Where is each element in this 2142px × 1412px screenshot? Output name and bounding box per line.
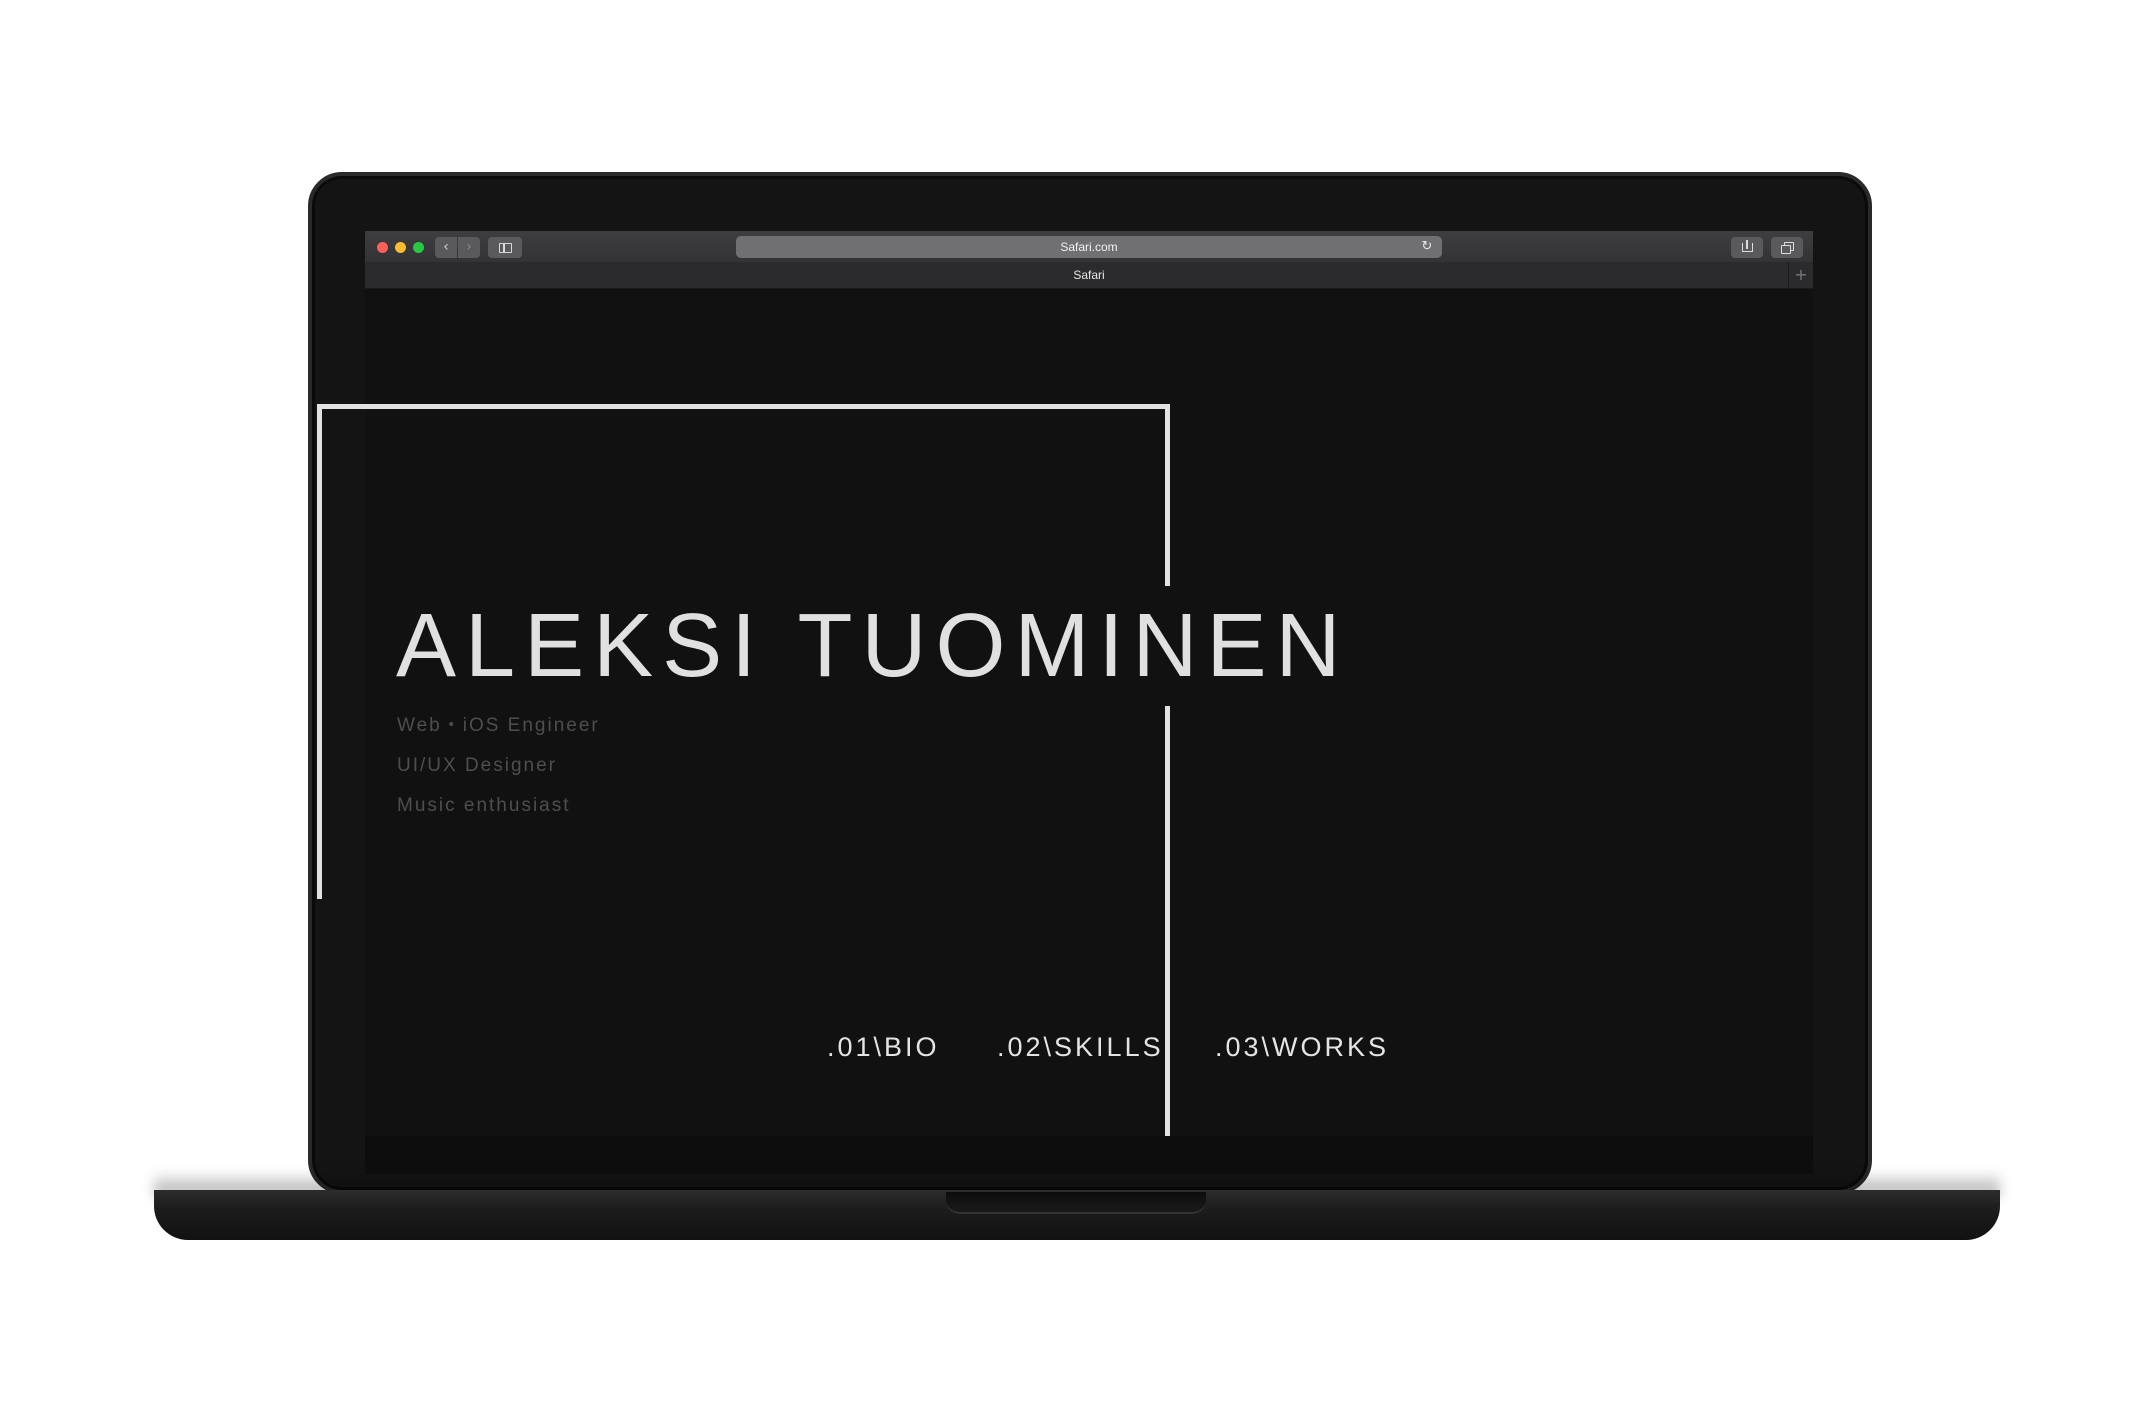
close-window-button[interactable] — [377, 242, 388, 253]
address-bar-url: Safari.com — [1060, 240, 1118, 254]
laptop-hinge-notch — [946, 1192, 1206, 1214]
sidebar-icon — [499, 243, 512, 253]
mockup-stage: ‹ › Safari.com ↻ Safari + ALEKSI TUOMINE… — [0, 0, 2142, 1412]
share-button[interactable] — [1731, 237, 1763, 258]
sidebar-toggle-button[interactable] — [488, 237, 522, 258]
nav-link-skills[interactable]: .02\SKILLS — [997, 1030, 1164, 1064]
tagline-designer: UI/UX Designer — [397, 755, 557, 776]
tab-bar: Safari + — [365, 262, 1813, 289]
frame-line-left — [317, 404, 322, 899]
frame-line-right-lower — [1165, 706, 1170, 1136]
web-page — [365, 289, 1813, 1136]
frame-line-top — [317, 404, 1170, 409]
maximize-window-button[interactable] — [413, 242, 424, 253]
show-tabs-button[interactable] — [1771, 237, 1803, 258]
address-bar[interactable]: Safari.com ↻ — [736, 236, 1442, 258]
new-tab-button[interactable]: + — [1788, 262, 1813, 288]
chevron-right-icon: › — [466, 239, 472, 255]
tagline-engineer: Web・iOS Engineer — [397, 715, 600, 736]
minimize-window-button[interactable] — [395, 242, 406, 253]
share-icon — [1742, 243, 1753, 252]
frame-line-right-upper — [1165, 404, 1170, 586]
tabs-icon-front — [1781, 245, 1791, 254]
tagline-music: Music enthusiast — [397, 795, 571, 816]
reload-icon[interactable]: ↻ — [1420, 240, 1434, 254]
nav-link-bio[interactable]: .01\BIO — [827, 1030, 940, 1064]
chevron-left-icon: ‹ — [443, 239, 449, 255]
share-arrow-icon — [1746, 240, 1748, 249]
tab-safari[interactable]: Safari — [365, 262, 1813, 288]
nav-link-works[interactable]: .03\WORKS — [1215, 1030, 1389, 1064]
screen-bottom-bezel — [365, 1136, 1813, 1174]
hero-name: ALEKSI TUOMINEN — [396, 596, 1350, 696]
back-button[interactable]: ‹ — [435, 237, 457, 258]
safari-toolbar: ‹ › Safari.com ↻ — [365, 231, 1813, 263]
forward-button[interactable]: › — [458, 237, 480, 258]
